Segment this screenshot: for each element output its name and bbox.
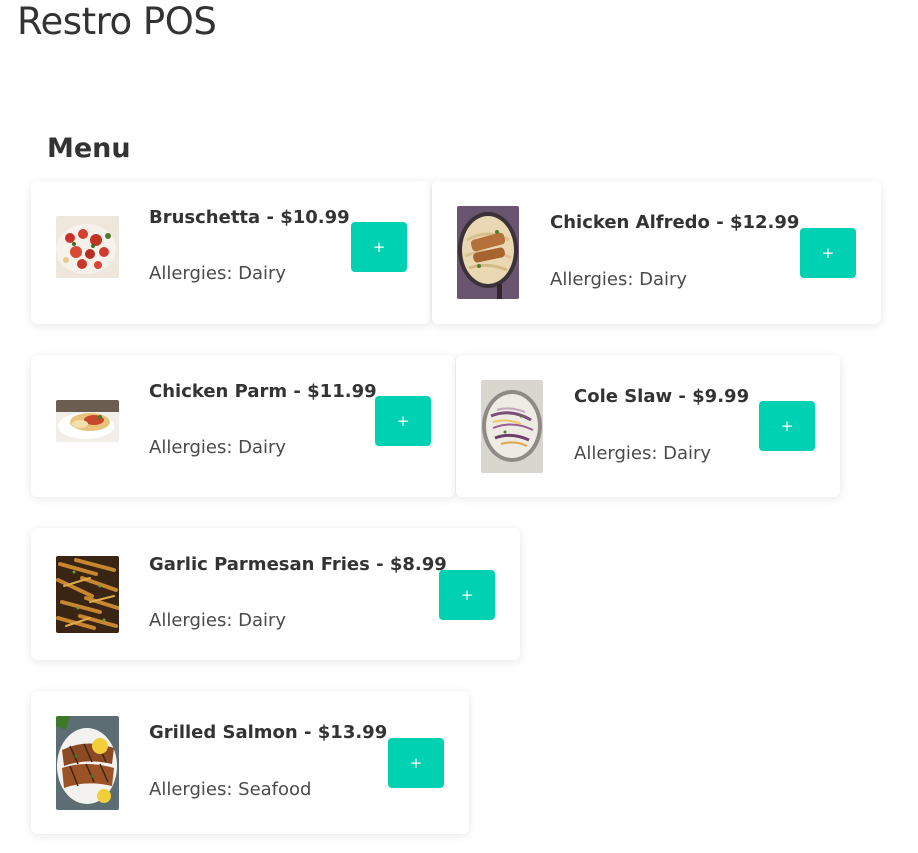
add-to-order-button[interactable]: +	[800, 228, 856, 278]
item-name: Chicken Parm	[149, 381, 288, 402]
cole-slaw-image	[481, 380, 543, 473]
item-name-price: Chicken Alfredo - $12.99	[550, 212, 800, 233]
item-allergies: Allergies: Seafood	[149, 779, 311, 800]
allergies-value: Dairy	[238, 263, 287, 284]
item-allergies: Allergies: Dairy	[149, 610, 286, 631]
item-price: $9.99	[692, 386, 750, 407]
item-allergies: Allergies: Dairy	[149, 437, 286, 458]
item-allergies: Allergies: Dairy	[574, 443, 711, 464]
menu-heading: Menu	[47, 133, 131, 164]
menu-item-card: Cole Slaw - $9.99 Allergies: Dairy +	[456, 355, 840, 497]
item-price: $13.99	[317, 722, 388, 743]
item-price: $12.99	[729, 212, 800, 233]
menu-item-card: Bruschetta - $10.99 Allergies: Dairy +	[31, 181, 430, 324]
bruschetta-image	[56, 216, 119, 278]
item-name: Chicken Alfredo	[550, 212, 710, 233]
item-name-price: Grilled Salmon - $13.99	[149, 722, 388, 743]
allergies-value: Seafood	[238, 779, 312, 800]
allergies-value: Dairy	[238, 610, 287, 631]
item-name: Bruschetta	[149, 207, 261, 228]
add-to-order-button[interactable]: +	[375, 396, 431, 446]
allergies-value: Dairy	[639, 269, 688, 290]
allergies-value: Dairy	[238, 437, 287, 458]
app-title: Restro POS	[17, 0, 217, 43]
allergies-label: Allergies:	[149, 779, 239, 800]
allergies-label: Allergies:	[574, 443, 664, 464]
menu-item-card: Chicken Alfredo - $12.99 Allergies: Dair…	[432, 181, 881, 324]
item-name-price: Garlic Parmesan Fries - $8.99	[149, 554, 447, 575]
item-name: Cole Slaw	[574, 386, 673, 407]
item-allergies: Allergies: Dairy	[550, 269, 687, 290]
allergies-value: Dairy	[663, 443, 712, 464]
chicken-parm-image	[56, 400, 119, 442]
item-name-price: Cole Slaw - $9.99	[574, 386, 750, 407]
item-price: $11.99	[307, 381, 377, 402]
chicken-alfredo-image	[457, 206, 519, 299]
page: Restro POS Menu Bruschetta - $10.99 Alle…	[0, 0, 918, 853]
garlic-parmesan-fries-image	[56, 556, 119, 633]
allergies-label: Allergies:	[149, 610, 239, 631]
allergies-label: Allergies:	[149, 263, 239, 284]
add-to-order-button[interactable]: +	[388, 738, 444, 788]
add-to-order-button[interactable]: +	[759, 401, 815, 451]
add-to-order-button[interactable]: +	[439, 570, 495, 620]
grilled-salmon-image	[56, 716, 119, 810]
menu-item-card: Grilled Salmon - $13.99 Allergies: Seafo…	[31, 691, 469, 834]
menu-item-card: Chicken Parm - $11.99 Allergies: Dairy +	[31, 355, 455, 497]
allergies-label: Allergies:	[149, 437, 239, 458]
menu-item-card: Garlic Parmesan Fries - $8.99 Allergies:…	[31, 528, 520, 660]
add-to-order-button[interactable]: +	[351, 222, 407, 272]
item-name-price: Bruschetta - $10.99	[149, 207, 350, 228]
item-name: Grilled Salmon	[149, 722, 298, 743]
item-name-price: Chicken Parm - $11.99	[149, 381, 377, 402]
item-name: Garlic Parmesan Fries	[149, 554, 370, 575]
item-price: $10.99	[280, 207, 350, 228]
allergies-label: Allergies:	[550, 269, 640, 290]
item-allergies: Allergies: Dairy	[149, 263, 286, 284]
